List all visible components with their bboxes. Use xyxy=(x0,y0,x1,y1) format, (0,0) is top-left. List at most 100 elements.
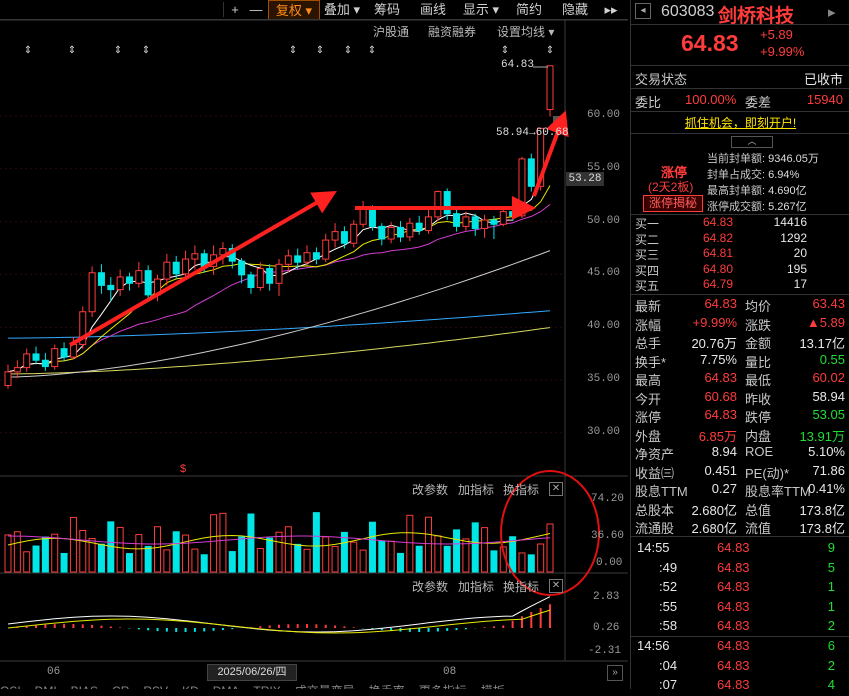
candle-body xyxy=(41,359,49,368)
indicator-tab[interactable]: TRIX xyxy=(253,684,280,689)
candle-body xyxy=(182,258,190,275)
stat-row: 涨幅 +9.99% 涨跌 ▲5.89 xyxy=(635,315,847,334)
dividend-marker-icon[interactable]: $ xyxy=(180,463,186,475)
event-marker-icon[interactable]: ⇕ xyxy=(368,45,376,56)
tick-price: 64.83 xyxy=(717,618,750,634)
volume-bar xyxy=(23,551,31,573)
volume-bar xyxy=(284,526,292,573)
event-marker-icon[interactable]: ⇕ xyxy=(114,45,122,56)
volume-bar xyxy=(275,531,283,573)
indicator-tab[interactable]: 换手率 xyxy=(369,684,405,689)
event-marker-icon[interactable]: ⇕ xyxy=(546,45,554,56)
indicator-tab[interactable]: BIAS xyxy=(71,684,98,689)
vol-add-button[interactable]: 加指标 xyxy=(458,481,494,498)
event-marker-icon[interactable]: ⇕ xyxy=(24,45,32,56)
indicator-tab[interactable]: OSI xyxy=(0,684,21,689)
event-marker-icon[interactable]: ⇕ xyxy=(316,45,324,56)
stat-label: 净资产 xyxy=(635,447,675,462)
volume-bar xyxy=(387,540,395,573)
stat-value: 13.17亿 xyxy=(799,336,845,351)
stat-label: 最新 xyxy=(635,299,662,314)
double-chevron-right-icon[interactable]: » xyxy=(607,665,623,681)
indicator-tab[interactable]: DMI xyxy=(35,684,57,689)
indicator-tab[interactable]: CR xyxy=(112,684,129,689)
divider xyxy=(631,111,849,112)
stock-code: 603083 xyxy=(661,3,715,20)
macd-switch-button[interactable]: 换指标 xyxy=(503,578,539,595)
tick-row: :55 64.83 1 xyxy=(635,599,847,618)
chevron-up-icon[interactable]: ︿ xyxy=(731,136,773,148)
stat-row: 流通股 2.680亿 流值 173.8亿 xyxy=(635,518,847,537)
macd-params-button[interactable]: 改参数 xyxy=(412,578,448,595)
indicator-tab[interactable]: DMA xyxy=(213,684,240,689)
price-tick-label: 30.00 xyxy=(587,425,621,438)
candle-body xyxy=(294,255,302,263)
volume-bar xyxy=(518,552,526,573)
tick-price: 64.83 xyxy=(717,559,750,575)
vol-params-button[interactable]: 改参数 xyxy=(412,481,448,498)
promo-link[interactable]: 抓住机会，即刻开户! xyxy=(631,114,849,131)
tick-price: 64.83 xyxy=(717,598,750,614)
volume-bar xyxy=(443,545,451,573)
macd-axis-bot: -2.31 xyxy=(588,645,622,657)
volume-bar xyxy=(247,513,255,573)
stat-value: 20.76万 xyxy=(691,336,737,351)
stat-value: 58.94 xyxy=(812,388,845,404)
stat-label: 涨停 xyxy=(635,410,662,425)
event-marker-icon[interactable]: ⇕ xyxy=(344,45,352,56)
vol-switch-button[interactable]: 换指标 xyxy=(503,481,539,498)
indicator-tab[interactable]: 成交量变异 xyxy=(295,684,355,689)
volume-bar xyxy=(163,549,171,573)
volume-bar xyxy=(434,535,442,573)
chevron-left-icon[interactable]: ◂ xyxy=(635,3,651,19)
volume-bar xyxy=(125,553,133,573)
stat-value: 0.451 xyxy=(704,462,737,478)
close-icon[interactable]: ✕ xyxy=(549,579,563,593)
stat-label: 总股本 xyxy=(635,502,675,518)
indicator-tab[interactable]: 更多指标 xyxy=(419,684,467,689)
tick-price: 64.83 xyxy=(717,677,750,693)
stat-label: 内盘 xyxy=(745,428,772,444)
bid-row: 买四 64.80 195 xyxy=(635,262,847,278)
event-marker-icon[interactable]: ⇕ xyxy=(68,45,76,56)
divider xyxy=(631,536,849,537)
limit-reveal-button[interactable]: 涨停揭秘 xyxy=(643,195,703,212)
indicator-tab[interactable]: RSV xyxy=(143,684,168,689)
stat-value: 64.83 xyxy=(704,296,737,311)
close-icon[interactable]: ✕ xyxy=(549,482,563,496)
stat-row: 换手* 7.75% 量比 0.55 xyxy=(635,352,847,371)
chevron-right-icon[interactable]: ▸ xyxy=(828,3,836,21)
tick-time: 14:55 xyxy=(637,540,670,555)
tick-volume: 4 xyxy=(827,677,835,693)
stat-label: 量比 xyxy=(745,354,772,370)
bid-row: 买三 64.81 20 xyxy=(635,246,847,262)
limit-info-value: 4.690亿 xyxy=(765,185,807,197)
event-marker-icon[interactable]: ⇕ xyxy=(142,45,150,56)
event-marker-icon[interactable]: ⇕ xyxy=(501,45,509,56)
volume-bar xyxy=(60,552,68,573)
stat-label: 股息TTM xyxy=(635,484,688,499)
indicator-tab[interactable]: 模板 xyxy=(481,684,505,689)
volume-bar xyxy=(396,552,404,573)
stat-row: 净资产 8.94 ROE 5.10% xyxy=(635,444,847,463)
limit-info-label: 最高封单额: xyxy=(707,185,766,197)
bid-volume: 14416 xyxy=(773,215,807,229)
tick-time: 14:56 xyxy=(637,638,670,653)
limit-info-label: 涨停成交额: xyxy=(707,201,766,213)
stat-value: +9.99% xyxy=(692,314,737,330)
kline-chart-area[interactable]: + — 复权 ▾ 叠加 ▾ 筹码 画线 显示 ▾ 简约 隐藏 ▸▸ 沪股通 融资… xyxy=(0,0,628,689)
indicator-tab[interactable]: KD xyxy=(182,684,199,689)
indicator-tab-bar: OSI DMI BIAS CR RSV KD DMA TRIX 成交量变异 换手率 更多指标 模板 xyxy=(0,682,628,689)
stat-value: 6.85万 xyxy=(698,428,737,444)
tick-price: 64.83 xyxy=(717,540,750,555)
candle-body xyxy=(443,191,451,215)
price-tick-label: 50.00 xyxy=(587,214,621,227)
candle-body xyxy=(368,208,376,227)
weibi-row: 委比 100.00% 委差 15940 xyxy=(635,92,847,111)
event-marker-icon[interactable]: ⇕ xyxy=(289,45,297,56)
macd-add-button[interactable]: 加指标 xyxy=(458,578,494,595)
divider xyxy=(631,88,849,89)
tick-row: :58 64.83 2 xyxy=(635,618,847,637)
volume-bar xyxy=(527,554,535,573)
volume-bar xyxy=(228,551,236,573)
